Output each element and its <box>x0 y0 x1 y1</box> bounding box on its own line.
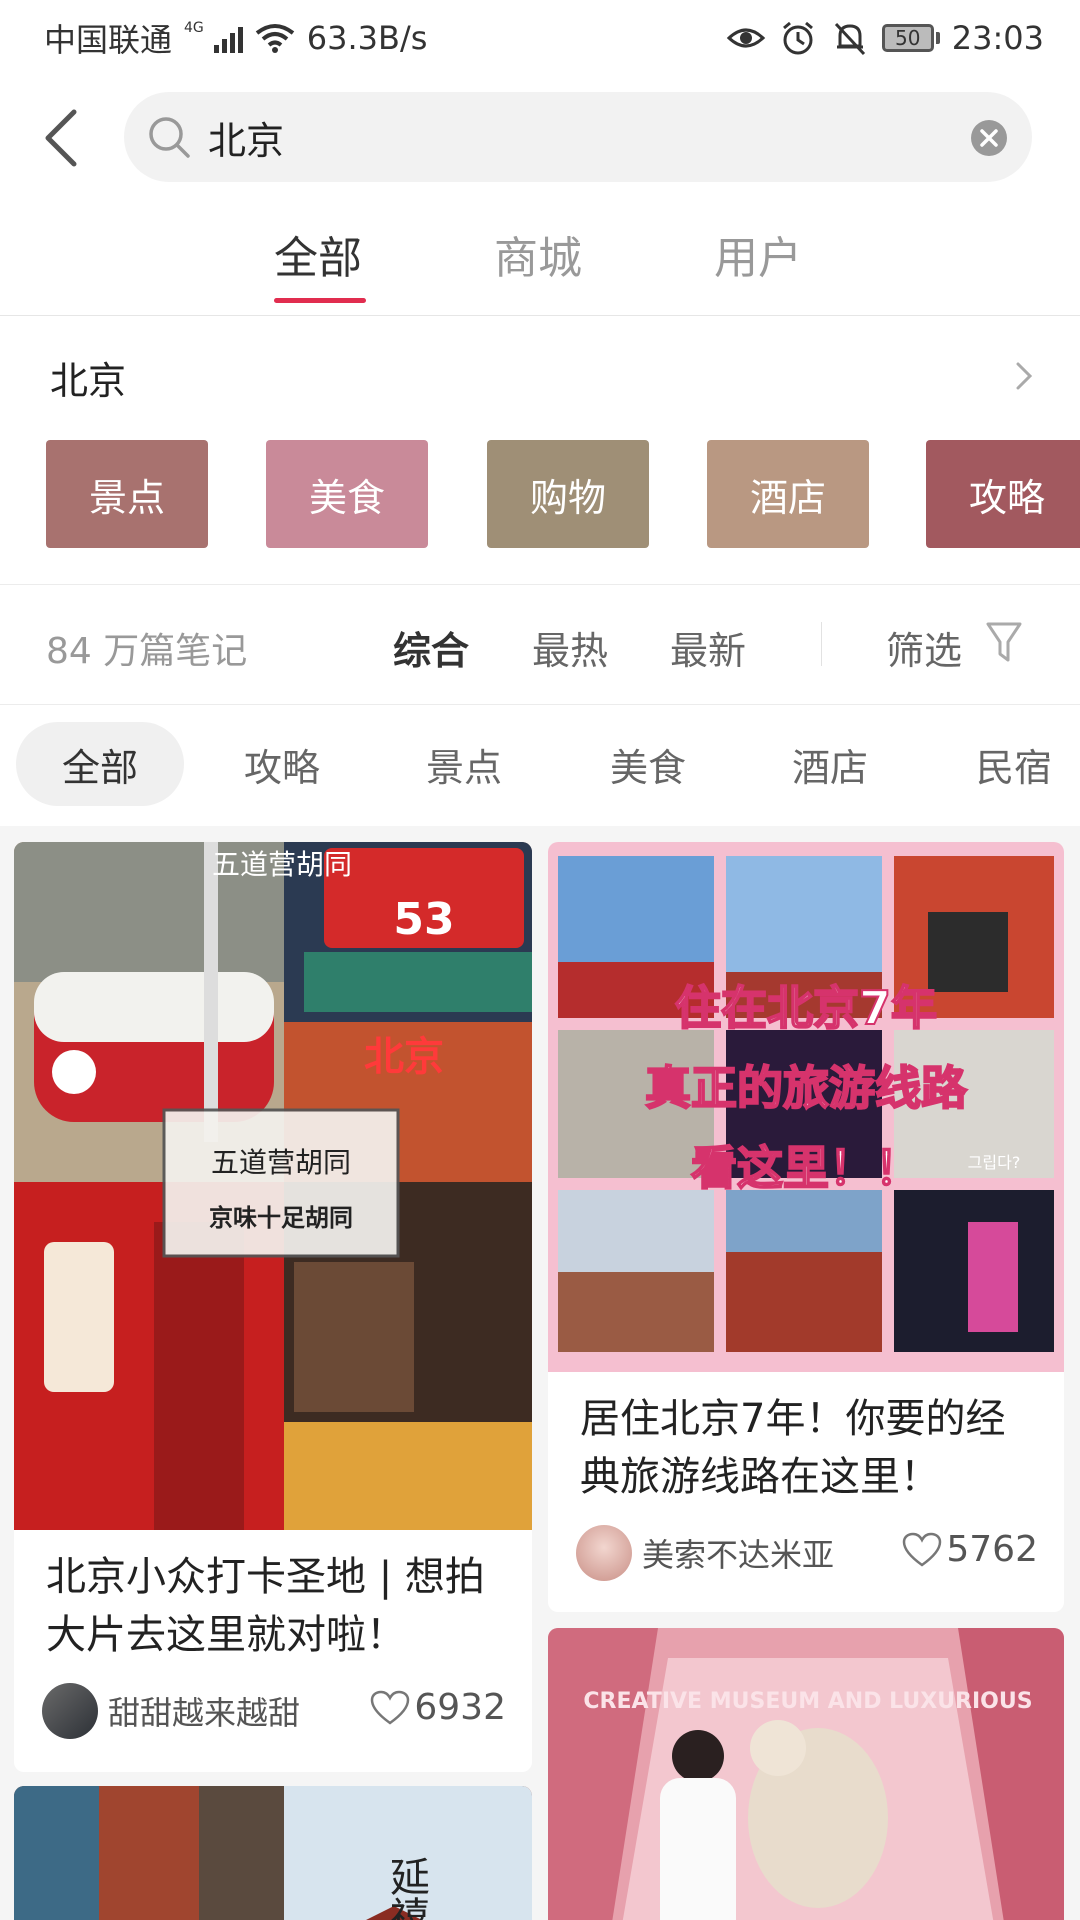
sort-hottest[interactable]: 最热 <box>532 620 608 675</box>
mute-bell-icon <box>834 22 865 56</box>
cover-stairs-text: CREATIVE MUSEUM AND LUXURIOUS <box>583 1689 1032 1714</box>
location-title: 北京 <box>50 359 127 403</box>
note-cover-image: CREATIVE MUSEUM AND LUXURIOUS <box>548 1628 1064 1920</box>
cover-overlay-line2: 真正的旅游线路 <box>645 1061 968 1115</box>
chip-guide[interactable]: 攻略 <box>222 722 342 806</box>
chip-all[interactable]: 全部 <box>16 722 184 806</box>
street-sign-number: 53 <box>393 894 454 945</box>
cover-vertical-text: 延禧 <box>383 1856 429 1920</box>
note-title-line1: 北京小众打卡圣地 | 想拍 <box>46 1554 485 1600</box>
category-shopping-button[interactable]: 购物 <box>487 440 649 548</box>
clock: 23:03 <box>951 19 1044 57</box>
note-title-line1: 居住北京7年！你要的经 <box>580 1396 1006 1442</box>
category-scenic-button[interactable]: 景点 <box>46 440 208 548</box>
search-input[interactable] <box>208 115 908 159</box>
note-cover-image: 五道营胡同 53 北京 五道营胡同 京味十足胡同 <box>14 842 532 1530</box>
neon-sign-text: 北京 <box>364 1034 444 1080</box>
note-card[interactable]: 延禧 <box>14 1786 532 1920</box>
filter-button[interactable]: 筛选 <box>886 620 962 675</box>
cover-overlay-line1: 住在北京7年 <box>675 981 937 1035</box>
like-button[interactable]: 5762 <box>902 1529 1038 1570</box>
signal-icon <box>213 23 243 53</box>
note-title-line2: 典旅游线路在这里！ <box>580 1454 940 1500</box>
active-tab-indicator <box>274 298 366 303</box>
note-author-row: 美索不达米亚 <box>576 1524 834 1582</box>
status-right: 50 23:03 <box>726 18 1044 58</box>
eye-icon <box>726 28 765 48</box>
like-count: 6932 <box>414 1687 506 1728</box>
author-name[interactable]: 美索不达米亚 <box>642 1530 834 1576</box>
category-hotel-button[interactable]: 酒店 <box>707 440 869 548</box>
street-sign-text: 五道营胡同 <box>212 848 352 881</box>
carrier-label: 中国联通 <box>44 21 173 59</box>
cover-caption-line1: 五道营胡同 <box>211 1146 351 1179</box>
sort-comprehensive[interactable]: 综合 <box>393 620 469 675</box>
category-food-button[interactable]: 美食 <box>266 440 428 548</box>
sort-separator <box>821 622 822 666</box>
note-cover-image: 住在北京7年 真正的旅游线路 看这里！！ 그립다? <box>548 842 1064 1372</box>
divider <box>0 584 1080 585</box>
tab-mall[interactable]: 商城 <box>494 222 582 286</box>
location-card-header[interactable]: 北京 <box>0 340 1080 410</box>
cover-caption-line2: 京味十足胡同 <box>209 1204 353 1232</box>
note-cover-image: 延禧 <box>14 1786 532 1920</box>
avatar[interactable] <box>576 1525 632 1581</box>
like-count: 5762 <box>946 1529 1038 1570</box>
note-card[interactable]: CREATIVE MUSEUM AND LUXURIOUS <box>548 1628 1064 1920</box>
note-card[interactable]: 五道营胡同 53 北京 五道营胡同 京味十足胡同 北京小众打卡圣地 | 想拍 大… <box>14 842 532 1772</box>
filter-icon[interactable] <box>984 616 1024 668</box>
clear-search-icon[interactable] <box>970 119 1008 157</box>
avatar[interactable] <box>42 1683 98 1739</box>
search-icon <box>149 117 190 158</box>
cover-sticker-text: 그립다? <box>968 1153 1021 1172</box>
sort-bar: 84 万篇笔记 综合 最热 最新 筛选 <box>0 588 1080 702</box>
alarm-icon <box>782 21 813 55</box>
location-category-row: 景点 美食 购物 酒店 攻略 <box>0 440 1080 548</box>
network-type-label: 4G <box>184 20 204 36</box>
chip-hotel[interactable]: 酒店 <box>770 722 890 806</box>
search-header <box>0 92 1080 182</box>
chip-homestay[interactable]: 民宿 <box>954 722 1074 806</box>
note-title-line2: 大片去这里就对啦！ <box>46 1612 406 1658</box>
search-bar[interactable] <box>124 92 1032 182</box>
heart-icon <box>903 1532 942 1567</box>
like-button[interactable]: 6932 <box>370 1687 506 1728</box>
author-name[interactable]: 甜甜越来越甜 <box>108 1688 300 1734</box>
note-count: 84 万篇笔记 <box>46 631 248 672</box>
sort-newest[interactable]: 最新 <box>670 620 746 675</box>
heart-icon <box>371 1690 410 1725</box>
category-guide-button[interactable]: 攻略 <box>926 440 1080 548</box>
chip-food[interactable]: 美食 <box>588 722 708 806</box>
chip-scenic[interactable]: 景点 <box>404 722 524 806</box>
status-left: 中国联通 4G 63.3B/s <box>44 15 427 61</box>
tab-users[interactable]: 用户 <box>714 222 802 286</box>
result-type-tabs: 全部 商城 用户 <box>0 210 1080 316</box>
note-author-row: 甜甜越来越甜 <box>42 1682 300 1740</box>
category-chip-row: 全部 攻略 景点 美食 酒店 民宿 <box>0 722 1080 806</box>
chevron-right-icon <box>1016 362 1033 390</box>
battery-level: 50 <box>881 24 934 52</box>
tab-all[interactable]: 全部 <box>274 222 362 286</box>
battery-icon: 50 <box>881 24 940 52</box>
status-bar: 中国联通 4G 63.3B/s 50 23:03 <box>0 0 1080 76</box>
note-card[interactable]: 住在北京7年 真正的旅游线路 看这里！！ 그립다? 居住北京7年！你要的经 典旅… <box>548 842 1064 1612</box>
network-speed: 63.3B/s <box>306 19 428 57</box>
cover-overlay-line3: 看这里！！ <box>691 1141 921 1195</box>
back-arrow-icon[interactable] <box>36 106 92 170</box>
wifi-icon <box>255 24 295 53</box>
divider <box>0 704 1080 705</box>
